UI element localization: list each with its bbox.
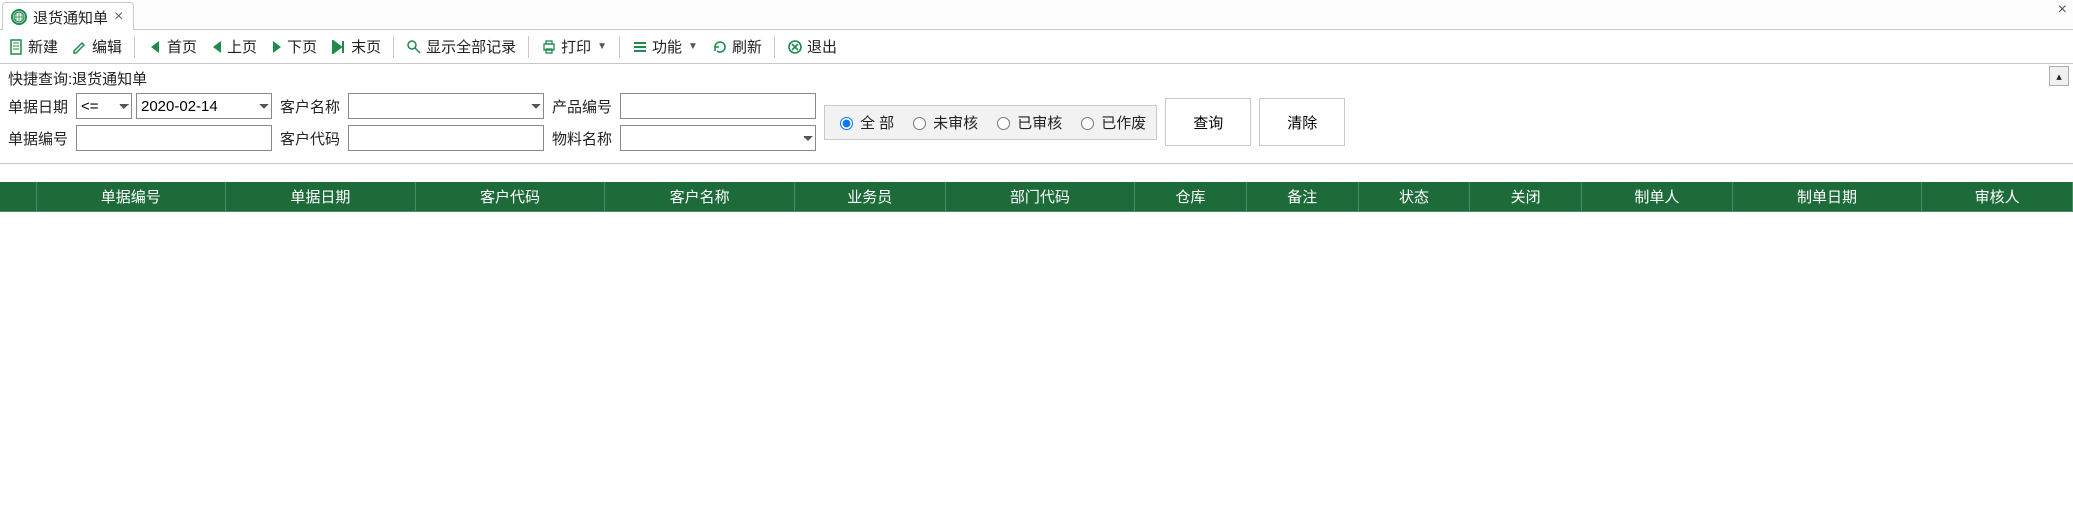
status-filter: 全 部 未审核 已审核 已作废 (824, 105, 1157, 140)
exit-icon (787, 39, 803, 55)
chevron-up-icon: ▴ (2056, 70, 2062, 83)
status-approved[interactable]: 已审核 (992, 112, 1062, 133)
print-icon (541, 39, 557, 55)
col-salesman[interactable]: 业务员 (794, 182, 945, 212)
mat-name-select[interactable] (620, 125, 816, 151)
tab-title: 退货通知单 (33, 7, 108, 28)
status-all[interactable]: 全 部 (835, 112, 894, 133)
prev-page-button[interactable]: 上页 (205, 34, 263, 59)
col-warehouse[interactable]: 仓库 (1135, 182, 1247, 212)
clear-button[interactable]: 清除 (1259, 98, 1345, 146)
col-bill-date[interactable]: 单据日期 (226, 182, 416, 212)
date-select[interactable]: 2020-02-14 (136, 93, 272, 119)
table-header-row: 单据编号 单据日期 客户代码 客户名称 业务员 部门代码 仓库 备注 状态 关闭… (0, 182, 2073, 212)
chevron-down-icon: ▼ (597, 41, 607, 52)
cust-code-input[interactable] (348, 125, 544, 151)
separator (528, 36, 529, 58)
result-table: 单据编号 单据日期 客户代码 客户名称 业务员 部门代码 仓库 备注 状态 关闭… (0, 182, 2073, 212)
label-cust-name: 客户名称 (280, 96, 344, 117)
search-button[interactable]: 查询 (1165, 98, 1251, 146)
collapse-button[interactable]: ▴ (2049, 66, 2069, 86)
last-page-button[interactable]: 末页 (325, 34, 387, 59)
status-voided[interactable]: 已作废 (1076, 112, 1146, 133)
bill-no-input[interactable] (76, 125, 272, 151)
tab-return-notice[interactable]: 退货通知单 × (2, 2, 134, 30)
col-create-dt[interactable]: 制单日期 (1732, 182, 1922, 212)
print-button[interactable]: 打印 ▼ (535, 34, 613, 59)
col-status[interactable]: 状态 (1358, 182, 1470, 212)
first-page-button[interactable]: 首页 (141, 34, 203, 59)
show-all-button[interactable]: 显示全部记录 (400, 34, 522, 59)
cust-name-select[interactable] (348, 93, 544, 119)
window-close-icon[interactable]: × (2058, 2, 2067, 18)
grid-body (0, 212, 2073, 472)
next-page-button[interactable]: 下页 (265, 34, 323, 59)
label-bill-date: 单据日期 (8, 96, 72, 117)
list-icon (632, 40, 648, 54)
separator (619, 36, 620, 58)
edit-button[interactable]: 编辑 (66, 34, 128, 59)
label-mat-name: 物料名称 (552, 128, 616, 149)
new-doc-icon (10, 39, 24, 55)
query-title: 快捷查询:退货通知单 ▴ (0, 64, 2073, 89)
status-unapproved[interactable]: 未审核 (908, 112, 978, 133)
toolbar: 新建 编辑 首页 上页 下页 末页 显示全部记录 打印 ▼ 功能 ▼ 刷新 (0, 30, 2073, 64)
col-remark[interactable]: 备注 (1246, 182, 1358, 212)
col-cust-name[interactable]: 客户名称 (605, 182, 795, 212)
col-closed[interactable]: 关闭 (1470, 182, 1582, 212)
grid-wrap: 单据编号 单据日期 客户代码 客户名称 业务员 部门代码 仓库 备注 状态 关闭… (0, 182, 2073, 472)
magnifier-icon (406, 39, 422, 55)
separator (134, 36, 135, 58)
prod-code-input[interactable] (620, 93, 816, 119)
last-icon (331, 40, 347, 54)
next-icon (271, 40, 283, 54)
first-icon (147, 40, 163, 54)
op-select[interactable]: <= (76, 93, 132, 119)
row-selector-header[interactable] (0, 182, 36, 212)
label-cust-code: 客户代码 (280, 128, 344, 149)
exit-button[interactable]: 退出 (781, 34, 843, 59)
functions-button[interactable]: 功能 ▼ (626, 34, 704, 59)
chevron-down-icon: ▼ (688, 41, 698, 52)
refresh-button[interactable]: 刷新 (706, 34, 768, 59)
separator (774, 36, 775, 58)
prev-icon (211, 40, 223, 54)
globe-icon (11, 9, 27, 25)
new-button[interactable]: 新建 (4, 34, 64, 59)
separator (393, 36, 394, 58)
query-panel: 快捷查询:退货通知单 ▴ 单据日期 <= 2020-02-14 单据编号 客 (0, 64, 2073, 164)
tab-bar: 退货通知单 × × (0, 0, 2073, 30)
col-bill-no[interactable]: 单据编号 (36, 182, 226, 212)
label-prod-code: 产品编号 (552, 96, 616, 117)
col-dept-code[interactable]: 部门代码 (945, 182, 1135, 212)
refresh-icon (712, 39, 728, 55)
close-icon[interactable]: × (114, 9, 123, 25)
col-cust-code[interactable]: 客户代码 (415, 182, 605, 212)
edit-icon (72, 39, 88, 55)
col-auditor[interactable]: 审核人 (1922, 182, 2073, 212)
label-bill-no: 单据编号 (8, 128, 72, 149)
col-creator[interactable]: 制单人 (1582, 182, 1733, 212)
